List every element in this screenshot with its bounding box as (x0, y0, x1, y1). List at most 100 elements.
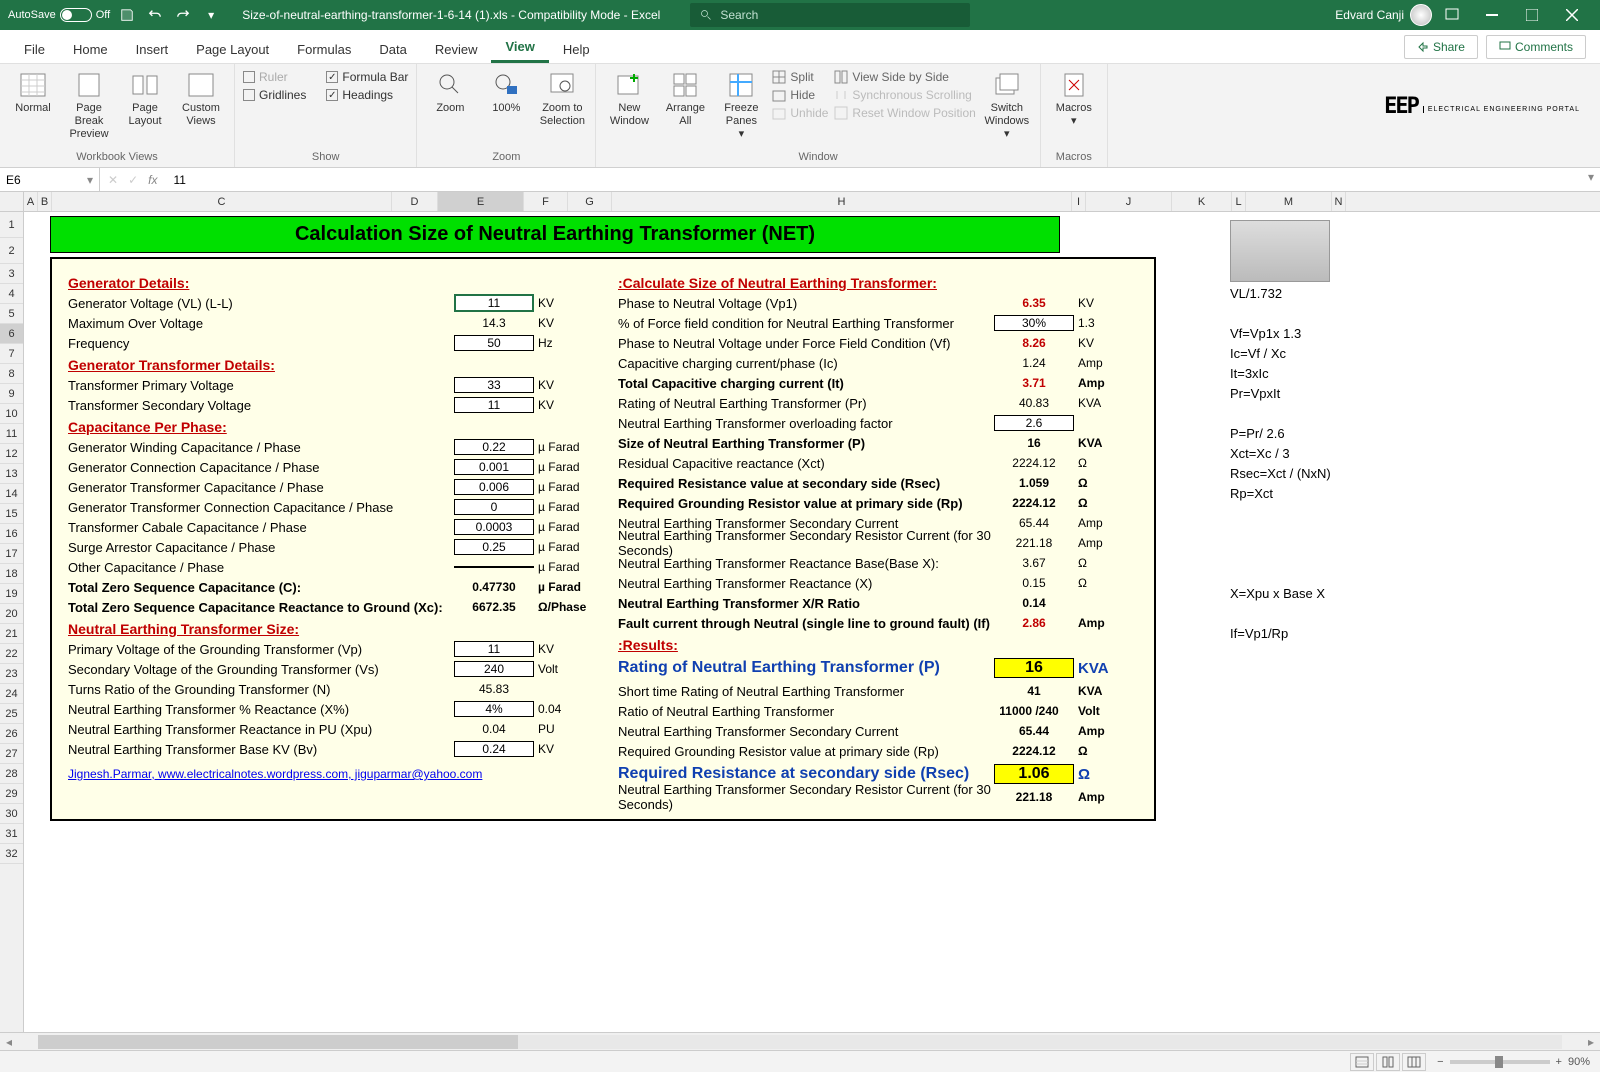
row-header-8[interactable]: 8 (0, 364, 23, 384)
zoom-out-icon[interactable]: − (1437, 1056, 1443, 1068)
row-header-26[interactable]: 26 (0, 724, 23, 744)
col-header-D[interactable]: D (392, 192, 438, 211)
horizontal-scrollbar[interactable]: ◂ ▸ (0, 1032, 1600, 1050)
row-header-6[interactable]: 6 (0, 324, 23, 344)
tab-review[interactable]: Review (421, 36, 492, 63)
row-header-9[interactable]: 9 (0, 384, 23, 404)
select-all-triangle[interactable] (0, 192, 24, 211)
tab-file[interactable]: File (10, 36, 59, 63)
col-header-B[interactable]: B (38, 192, 52, 211)
close-icon[interactable] (1552, 0, 1592, 30)
row-header-23[interactable]: 23 (0, 664, 23, 684)
row-header-17[interactable]: 17 (0, 544, 23, 564)
cell-e6[interactable]: 11 (454, 294, 534, 312)
row-header-19[interactable]: 19 (0, 584, 23, 604)
row-header-21[interactable]: 21 (0, 624, 23, 644)
maximize-icon[interactable] (1512, 0, 1552, 30)
redo-icon[interactable] (172, 4, 194, 26)
minimize-icon[interactable] (1472, 0, 1512, 30)
tab-page-layout[interactable]: Page Layout (182, 36, 283, 63)
col-header-L[interactable]: L (1232, 192, 1246, 211)
tab-help[interactable]: Help (549, 36, 604, 63)
page-layout-button[interactable]: Page Layout (120, 68, 170, 128)
zoom-100-button[interactable]: 100% (481, 68, 531, 115)
enter-formula-icon[interactable]: ✓ (128, 173, 138, 187)
row-header-30[interactable]: 30 (0, 804, 23, 824)
row-header-32[interactable]: 32 (0, 844, 23, 864)
col-header-H[interactable]: H (612, 192, 1072, 211)
row-header-4[interactable]: 4 (0, 284, 23, 304)
row-header-3[interactable]: 3 (0, 264, 23, 284)
row-header-28[interactable]: 28 (0, 764, 23, 784)
zoom-in-icon[interactable]: + (1556, 1056, 1562, 1068)
hide-button[interactable]: Hide (772, 86, 828, 104)
row-header-25[interactable]: 25 (0, 704, 23, 724)
page-layout-view-icon[interactable] (1376, 1053, 1400, 1071)
row-header-11[interactable]: 11 (0, 424, 23, 444)
row-header-13[interactable]: 13 (0, 464, 23, 484)
tab-home[interactable]: Home (59, 36, 122, 63)
tab-view[interactable]: View (491, 33, 548, 63)
page-break-view-icon[interactable] (1402, 1053, 1426, 1071)
side-by-side-button[interactable]: View Side by Side (834, 68, 975, 86)
row-header-10[interactable]: 10 (0, 404, 23, 424)
headings-checkbox[interactable]: ✓Headings (326, 86, 408, 104)
macros-button[interactable]: Macros ▾ (1049, 68, 1099, 128)
zoom-selection-button[interactable]: Zoom to Selection (537, 68, 587, 128)
tab-formulas[interactable]: Formulas (283, 36, 365, 63)
formula-input[interactable] (165, 168, 1582, 191)
row-header-18[interactable]: 18 (0, 564, 23, 584)
col-header-E[interactable]: E (438, 192, 524, 211)
scroll-right-icon[interactable]: ▸ (1582, 1035, 1600, 1049)
normal-view-button[interactable]: Normal (8, 68, 58, 115)
worksheet[interactable]: Calculation Size of Neutral Earthing Tra… (24, 212, 1600, 1032)
row-header-7[interactable]: 7 (0, 344, 23, 364)
zoom-button[interactable]: Zoom (425, 68, 475, 115)
fx-icon[interactable]: fx (148, 173, 157, 187)
qat-dropdown-icon[interactable]: ▾ (200, 4, 222, 26)
zoom-slider[interactable] (1450, 1060, 1550, 1064)
tab-insert[interactable]: Insert (122, 36, 183, 63)
freeze-panes-button[interactable]: Freeze Panes ▾ (716, 68, 766, 142)
row-header-12[interactable]: 12 (0, 444, 23, 464)
share-button[interactable]: Share (1404, 35, 1478, 59)
col-header-M[interactable]: M (1246, 192, 1332, 211)
row-header-20[interactable]: 20 (0, 604, 23, 624)
row-header-5[interactable]: 5 (0, 304, 23, 324)
col-header-N[interactable]: N (1332, 192, 1346, 211)
col-header-C[interactable]: C (52, 192, 392, 211)
column-headers[interactable]: ABCDEFGHIJKLMN (0, 192, 1600, 212)
author-link[interactable]: Jignesh.Parmar, www.electricalnotes.word… (68, 767, 598, 781)
ribbon-options-icon[interactable] (1432, 0, 1472, 30)
row-header-29[interactable]: 29 (0, 784, 23, 804)
switch-windows-button[interactable]: Switch Windows ▾ (982, 68, 1032, 142)
formula-bar-checkbox[interactable]: ✓Formula Bar (326, 68, 408, 86)
col-header-A[interactable]: A (24, 192, 38, 211)
undo-icon[interactable] (144, 4, 166, 26)
zoom-level[interactable]: 90% (1568, 1056, 1590, 1068)
split-button[interactable]: Split (772, 68, 828, 86)
row-header-14[interactable]: 14 (0, 484, 23, 504)
row-header-24[interactable]: 24 (0, 684, 23, 704)
comments-button[interactable]: Comments (1486, 35, 1586, 59)
gridlines-checkbox[interactable]: Gridlines (243, 86, 306, 104)
col-header-F[interactable]: F (524, 192, 568, 211)
row-header-15[interactable]: 15 (0, 504, 23, 524)
autosave-toggle[interactable]: AutoSave Off (8, 8, 110, 22)
new-window-button[interactable]: New Window (604, 68, 654, 128)
col-header-I[interactable]: I (1072, 192, 1086, 211)
col-header-J[interactable]: J (1086, 192, 1172, 211)
col-header-K[interactable]: K (1172, 192, 1232, 211)
name-box[interactable]: E6▾ (0, 168, 100, 191)
row-header-1[interactable]: 1 (0, 212, 23, 238)
tab-data[interactable]: Data (365, 36, 420, 63)
search-box[interactable]: Search (690, 3, 970, 27)
cancel-formula-icon[interactable]: ✕ (108, 173, 118, 187)
row-header-2[interactable]: 2 (0, 238, 23, 264)
normal-view-icon[interactable] (1350, 1053, 1374, 1071)
row-header-22[interactable]: 22 (0, 644, 23, 664)
col-header-G[interactable]: G (568, 192, 612, 211)
save-icon[interactable] (116, 4, 138, 26)
scroll-thumb[interactable] (38, 1035, 518, 1049)
row-header-31[interactable]: 31 (0, 824, 23, 844)
